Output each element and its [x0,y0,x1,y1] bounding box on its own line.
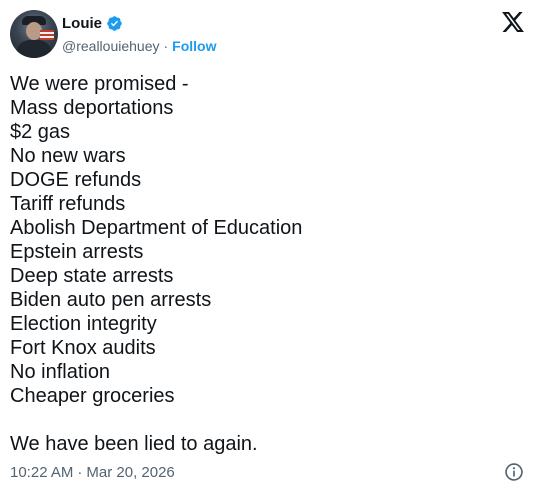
tweet-line: Biden auto pen arrests [10,289,212,311]
tweet-timestamp[interactable]: 10:22 AM · Mar 20, 2026 [10,462,175,482]
tweet-line: $2 gas [10,121,71,143]
tweet-closing-line: We have been lied to again. [10,433,258,455]
author-name[interactable]: Louie [62,15,102,32]
author-handle[interactable]: @reallouiehuey [62,38,160,54]
tweet-line: Abolish Department of Education [10,217,303,239]
avatar[interactable] [10,10,58,58]
tweet-line: Fort Knox audits [10,337,156,359]
avatar-body [16,40,52,58]
tweet-line: Tariff refunds [10,193,126,215]
separator-dot: · [163,38,169,54]
tweet-line: We were promised - [10,73,189,95]
tweet-time: 10:22 AM [10,463,74,481]
tweet-line: No inflation [10,361,111,383]
x-logo-icon[interactable] [502,12,524,32]
tweet-line: DOGE refunds [10,169,142,191]
tweet-text: We were promised - Mass deportations $2 … [10,72,530,456]
follow-button[interactable]: Follow [172,38,216,54]
tweet-line: No new wars [10,145,126,167]
tweet-line: Deep state arrests [10,265,174,287]
tweet-line: Cheaper groceries [10,385,175,407]
tweet-card: Louie @reallouiehuey · Follow We were pr… [0,0,539,488]
separator-dot: · [77,463,83,481]
tweet-line: Election integrity [10,313,157,335]
info-icon[interactable] [504,462,524,482]
tweet-line: Mass deportations [10,97,174,119]
author-name-row: Louie [62,13,123,33]
avatar-flag [40,30,54,40]
tweet-date: Mar 20, 2026 [86,463,175,481]
tweet-line: Epstein arrests [10,241,144,263]
verified-badge-icon [107,15,122,31]
author-handle-row: @reallouiehuey · Follow [62,37,217,55]
